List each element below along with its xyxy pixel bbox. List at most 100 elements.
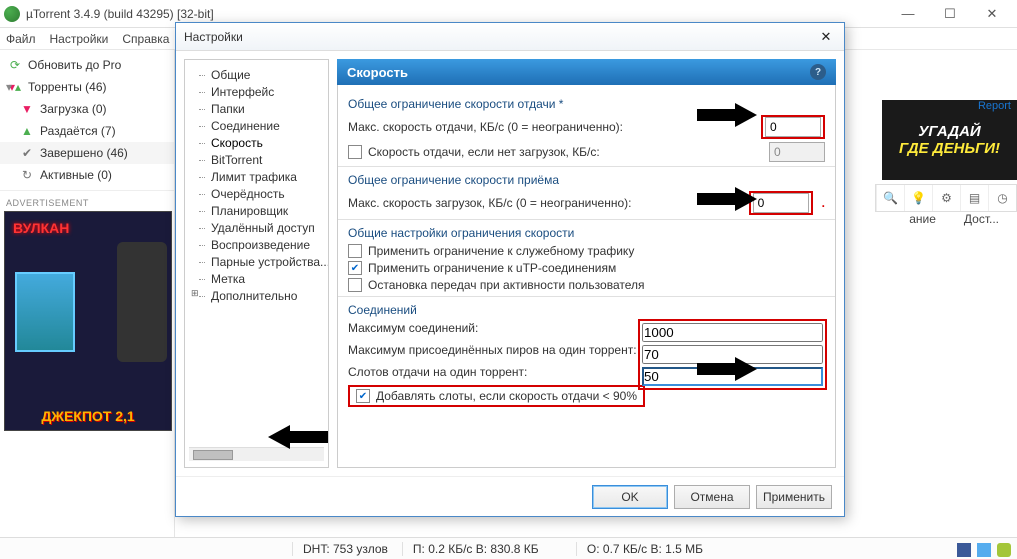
download-icon: ▼ <box>20 102 34 116</box>
max-conn-input[interactable] <box>642 323 823 342</box>
status-send: О: 0.7 КБ/с В: 1.5 МБ <box>576 542 746 556</box>
tree-advanced[interactable]: Дополнительно <box>189 287 324 304</box>
ad-graphic-char <box>117 242 167 362</box>
upload-icon: ▲ <box>20 124 34 138</box>
group-connections: Соединений <box>348 303 825 317</box>
arrow-annotation <box>697 103 757 127</box>
utp-checkbox[interactable]: ✔ <box>348 261 362 275</box>
sidebar-torrents-label: Торренты (46) <box>28 80 107 94</box>
tree-limit[interactable]: Лимит трафика <box>189 168 324 185</box>
cancel-button[interactable]: Отмена <box>674 485 750 509</box>
addslots-checkbox[interactable]: ✔ <box>356 389 370 403</box>
report-link[interactable]: Report <box>978 100 1011 112</box>
upload-alt-checkbox[interactable] <box>348 145 362 159</box>
twitter-icon[interactable] <box>977 543 991 557</box>
sidebar-torrents[interactable]: ▾ ▾▴ Торренты (46) <box>0 76 174 98</box>
ad-logo: ВУЛКАН <box>13 220 69 236</box>
tree-speed[interactable]: Скорость <box>189 134 324 151</box>
overhead-checkbox[interactable] <box>348 244 362 258</box>
download-max-input[interactable] <box>753 193 809 213</box>
tree-label[interactable]: Метка <box>189 270 324 287</box>
apply-button[interactable]: Применить <box>756 485 832 509</box>
check-icon: ✔ <box>20 146 34 160</box>
app-icon <box>4 6 20 22</box>
tree-general[interactable]: Общие <box>189 66 324 83</box>
gear-icon[interactable]: ⚙ <box>932 185 960 211</box>
ad-jackpot: ДЖЕКПОТ 2,1 <box>5 408 171 424</box>
settings-dialog: Настройки ✕ Общие Интерфейс Папки Соедин… <box>175 22 845 517</box>
status-dht: DHT: 753 узлов <box>292 542 398 556</box>
ad-banner[interactable]: ВУЛКАН ГД ДЖЕКПОТ 2,1 <box>4 211 172 431</box>
close-button[interactable]: ✕ <box>971 2 1013 26</box>
upload-alt-label: Скорость отдачи, если нет загрузок, КБ/с… <box>368 145 763 159</box>
refresh-icon: ↻ <box>20 168 34 182</box>
col-name[interactable]: ание <box>909 212 936 226</box>
sidebar-active[interactable]: ↻ Активные (0) <box>0 164 174 186</box>
android-icon[interactable] <box>997 543 1011 557</box>
tree-scheduler[interactable]: Планировщик <box>189 202 324 219</box>
sidebar-active-label: Активные (0) <box>40 168 112 182</box>
menu-help[interactable]: Справка <box>122 32 169 46</box>
sidebar-downloading-label: Загрузка (0) <box>40 102 107 116</box>
dialog-close-button[interactable]: ✕ <box>816 27 836 47</box>
sidebar-seeding[interactable]: ▲ Раздаётся (7) <box>0 120 174 142</box>
tree-playback[interactable]: Воспроизведение <box>189 236 324 253</box>
ok-button[interactable]: OK <box>592 485 668 509</box>
minimize-button[interactable]: — <box>887 2 929 26</box>
collapse-icon[interactable]: ▾ <box>4 80 14 94</box>
upload-max-input[interactable] <box>765 117 821 137</box>
menu-settings[interactable]: Настройки <box>50 32 109 46</box>
addslots-label: Добавлять слоты, если скорость отдачи < … <box>376 389 637 403</box>
stop-label: Остановка передач при активности пользов… <box>368 278 825 292</box>
tree-interface[interactable]: Интерфейс <box>189 83 324 100</box>
sidebar: ⟳ Обновить до Pro ▾ ▾▴ Торренты (46) ▼ З… <box>0 50 175 537</box>
right-ad-l2: ГДЕ ДЕНЬГИ! <box>899 140 1000 157</box>
right-ad-l1: УГАДАЙ <box>918 123 980 140</box>
status-recv: П: 0.2 КБ/с В: 830.8 КБ <box>402 542 572 556</box>
facebook-icon[interactable] <box>957 543 971 557</box>
arrow-annotation <box>268 425 328 449</box>
ad-graphic-safe <box>15 272 75 352</box>
utp-label: Применить ограничение к uTP-соединениям <box>368 261 825 275</box>
col-added[interactable]: Дост... <box>964 212 999 226</box>
tree-remote[interactable]: Удалённый доступ <box>189 219 324 236</box>
tree-queue[interactable]: Очерёдность <box>189 185 324 202</box>
rss-icon[interactable]: ▤ <box>960 185 988 211</box>
tree-folders[interactable]: Папки <box>189 100 324 117</box>
tree-connection[interactable]: Соединение <box>189 117 324 134</box>
sidebar-seeding-label: Раздаётся (7) <box>40 124 116 138</box>
social-icons <box>957 543 1011 557</box>
panel-header-text: Скорость <box>347 65 810 80</box>
clock-icon[interactable]: ◷ <box>988 185 1016 211</box>
menu-file[interactable]: Файл <box>6 32 36 46</box>
maximize-button[interactable]: ☐ <box>929 2 971 26</box>
panel-header: Скорость ? <box>337 59 836 85</box>
dialog-titlebar[interactable]: Настройки ✕ <box>176 23 844 51</box>
sidebar-completed[interactable]: ✔ Завершено (46) <box>0 142 174 164</box>
search-icon[interactable]: 🔍 <box>876 185 904 211</box>
settings-tree: Общие Интерфейс Папки Соединение Скорост… <box>184 59 329 468</box>
tree-hscroll[interactable] <box>189 447 324 461</box>
stop-checkbox[interactable] <box>348 278 362 292</box>
tree-paired[interactable]: Парные устройства... <box>189 253 324 270</box>
upgrade-icon: ⟳ <box>8 58 22 72</box>
group-general: Общие настройки ограничения скорости <box>348 226 825 240</box>
column-headers: ание Дост... <box>909 212 1017 226</box>
sidebar-completed-label: Завершено (46) <box>40 146 128 160</box>
sidebar-downloading[interactable]: ▼ Загрузка (0) <box>0 98 174 120</box>
sidebar-upgrade[interactable]: ⟳ Обновить до Pro <box>0 54 174 76</box>
arrow-annotation <box>697 357 757 381</box>
group-download: Общее ограничение скорости приёма <box>348 173 825 187</box>
help-icon[interactable]: ? <box>810 64 826 80</box>
tree-bittorrent[interactable]: BitTorrent <box>189 151 324 168</box>
download-max-label: Макс. скорость загрузок, КБ/с (0 = неогр… <box>348 196 743 210</box>
ad-label: ADVERTISEMENT <box>0 195 174 211</box>
statusbar: DHT: 753 узлов П: 0.2 КБ/с В: 830.8 КБ О… <box>0 537 1017 559</box>
dialog-buttons: OK Отмена Применить <box>176 476 844 516</box>
upload-alt-input <box>769 142 825 162</box>
right-ad[interactable]: УГАДАЙ ГДЕ ДЕНЬГИ! <box>882 100 1017 180</box>
bulb-icon[interactable]: 💡 <box>904 185 932 211</box>
window-title: µTorrent 3.4.9 (build 43295) [32-bit] <box>26 7 887 21</box>
upload-max-label: Макс. скорость отдачи, КБ/с (0 = неогран… <box>348 120 755 134</box>
asterisk: . <box>822 196 825 210</box>
